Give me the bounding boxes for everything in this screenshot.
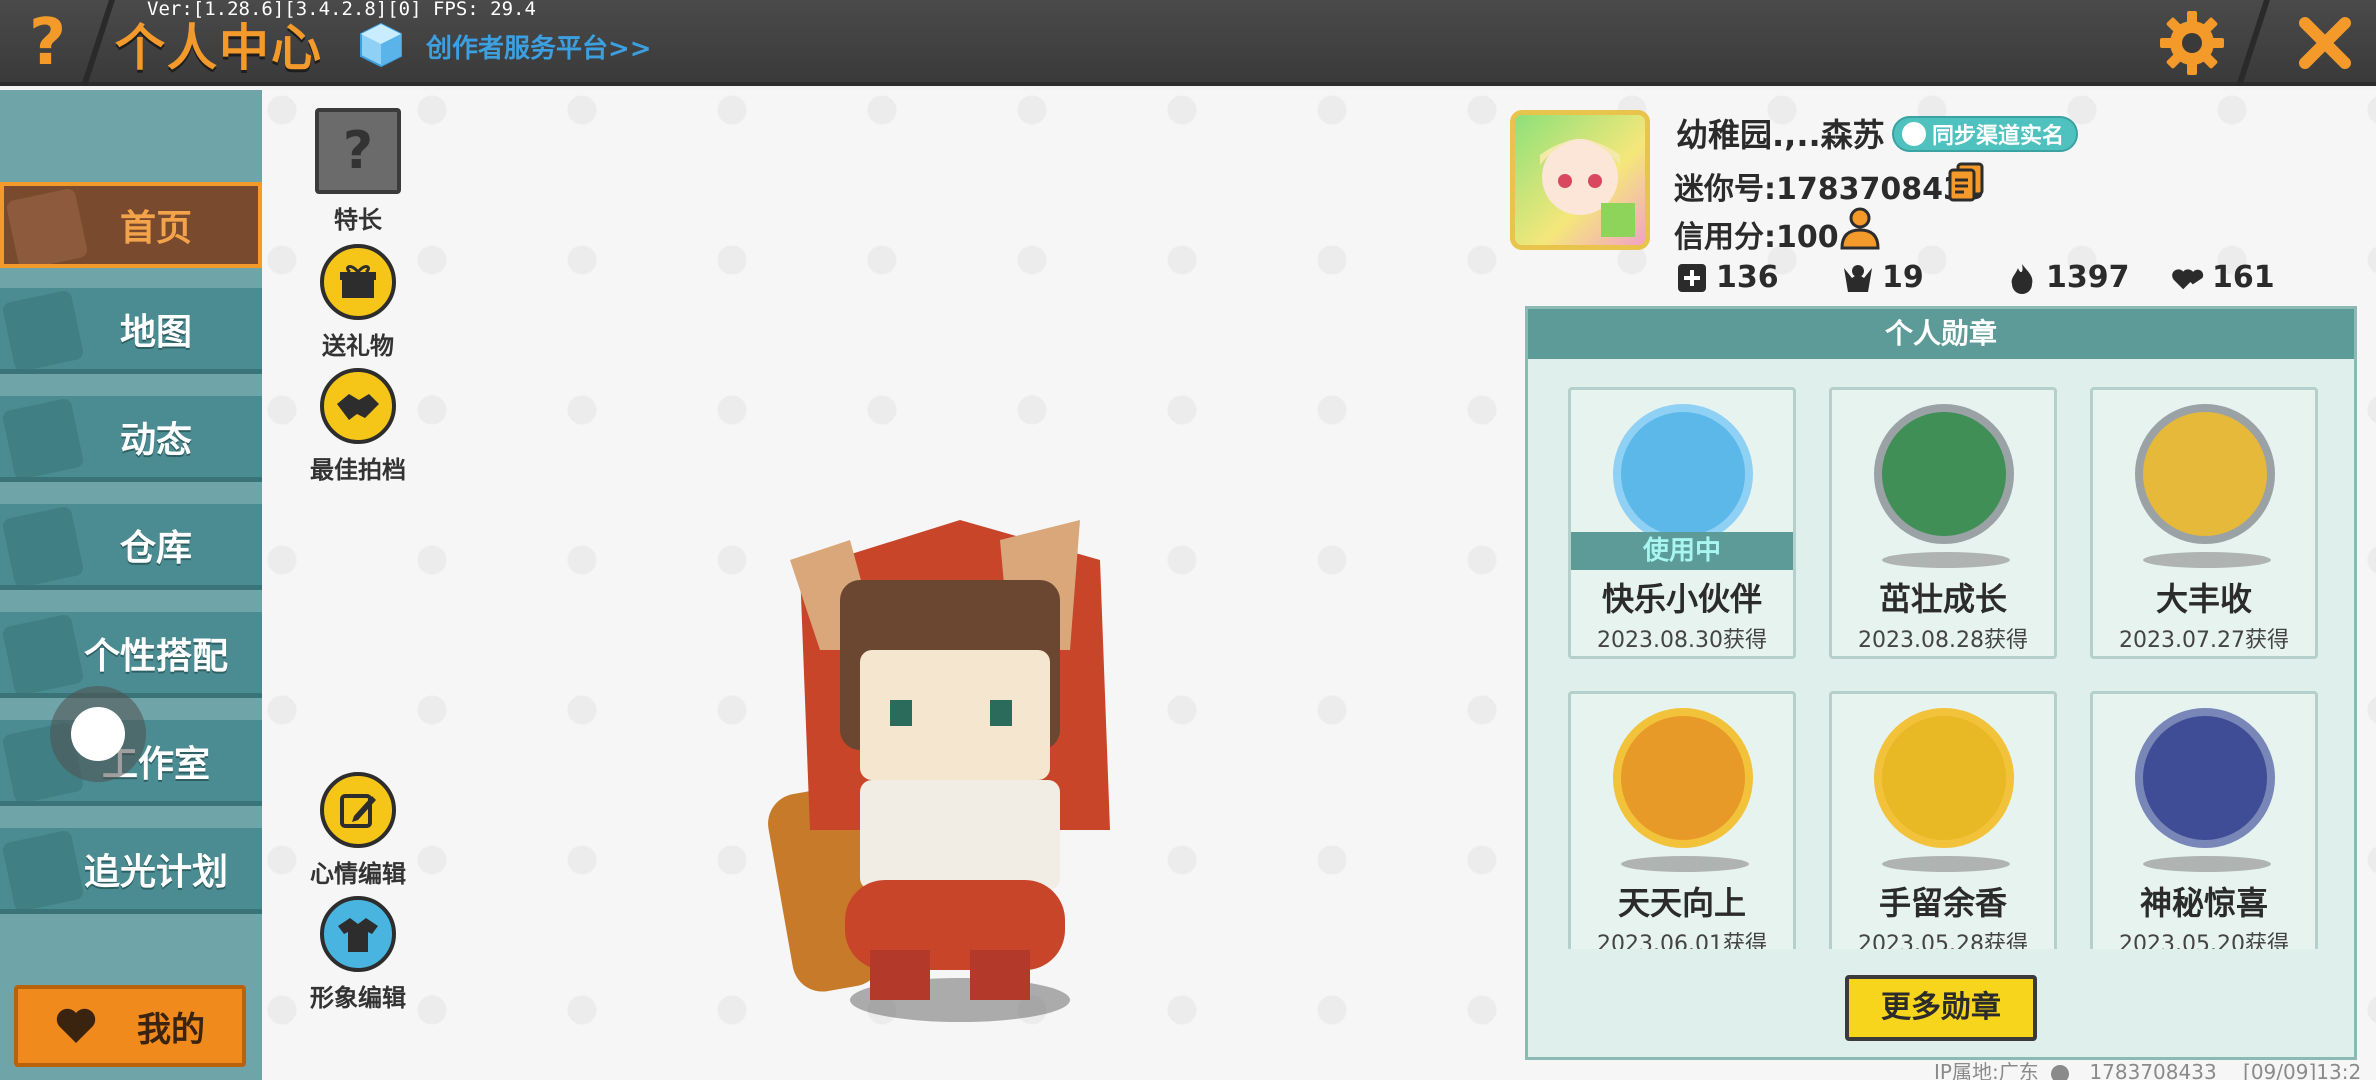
mine-label: 我的 <box>137 1009 205 1050</box>
sidebar-item-label: 追光计划 <box>83 851 228 893</box>
action-label: 心情编辑 <box>310 860 406 888</box>
medal-date: 2023.07.27获得 <box>2119 628 2289 653</box>
medal-date: 2023.05.20获得 <box>2119 932 2289 949</box>
action-label: 送礼物 <box>322 332 394 360</box>
clothing-icon <box>320 896 396 972</box>
action-label: 最佳拍档 <box>310 456 406 484</box>
medal-name: 神秘惊喜 <box>2139 884 2268 922</box>
best-partner-button[interactable]: 最佳拍档 <box>298 368 418 485</box>
help-button[interactable]: ? <box>0 0 95 86</box>
action-label: 形象编辑 <box>310 984 406 1012</box>
info-icon[interactable] <box>2051 1064 2070 1080</box>
realname-label: 同步渠道实名 <box>1932 124 2065 149</box>
sidebar-item-chase-light[interactable]: 追光计划 <box>0 828 262 914</box>
medal-badge-icon <box>2135 708 2275 848</box>
sidebar: 首页 地图 动态 仓库 个性搭配 工作室 追光计划 <box>0 90 262 1080</box>
hearts-icon <box>2172 268 2204 289</box>
fans-icon <box>1844 264 1872 292</box>
medal-name: 手留余香 <box>1878 884 2007 922</box>
sidebar-item-home[interactable]: 首页 <box>0 182 262 268</box>
medal-date: 2023.05.28获得 <box>1858 932 2028 949</box>
stat-value: 136 <box>1716 260 1779 295</box>
medal-name: 快乐小伙伴 <box>1601 580 1762 618</box>
sidebar-item-label: 个性搭配 <box>83 635 228 677</box>
credit-score: 信用分:100 <box>1674 220 1839 255</box>
medal-card[interactable]: 使用中 快乐小伙伴 2023.08.30获得 <box>1568 387 1796 659</box>
talent-button[interactable]: ? 特长 <box>298 108 418 235</box>
close-icon <box>2299 17 2351 69</box>
medal-panel: 个人勋章 使用中 快乐小伙伴 2023.08.30获得 茁壮成长 2023.08… <box>1525 306 2357 1060</box>
footer-uid: 1783708433 <box>2089 1060 2217 1080</box>
stat-popularity: 1397 <box>2006 260 2130 295</box>
edit-icon <box>320 772 396 848</box>
avatar-edit-button[interactable]: 形象编辑 <box>298 896 418 1013</box>
nickname: 幼稚园.,..森苏 <box>1676 116 1885 154</box>
medal-name: 天天向上 <box>1617 884 1746 922</box>
send-gift-button[interactable]: 送礼物 <box>298 244 418 361</box>
sidebar-item-label: 动态 <box>119 419 192 461</box>
gear-icon[interactable] <box>2158 9 2226 77</box>
more-medals-button[interactable]: 更多勋章 <box>1845 975 2037 1041</box>
add-friend-icon <box>1678 263 1706 292</box>
footer-time: [09/09]13:2 <box>2243 1060 2362 1080</box>
avatar[interactable] <box>1510 110 1650 250</box>
stat-friends: 136 <box>1676 260 1779 295</box>
medal-panel-title: 个人勋章 <box>1528 309 2354 359</box>
medal-badge-icon <box>1613 404 1753 544</box>
user-icon <box>1902 122 1926 146</box>
stat-value: 1397 <box>2046 260 2130 295</box>
sidebar-item-feed[interactable]: 动态 <box>0 396 262 482</box>
sidebar-item-label: 首页 <box>119 208 192 249</box>
sidebar-item-label: 地图 <box>119 311 192 353</box>
medal-date: 2023.08.28获得 <box>1858 628 2028 653</box>
medal-date: 2023.08.30获得 <box>1597 628 1767 653</box>
medal-card[interactable]: 茁壮成长 2023.08.28获得 <box>1829 387 2057 659</box>
cube-icon[interactable] <box>356 20 406 70</box>
realname-badge[interactable]: 同步渠道实名 <box>1892 116 2079 152</box>
divider <box>2236 0 2270 86</box>
sidebar-item-map[interactable]: 地图 <box>0 288 262 374</box>
page-title: 个人中心 <box>115 19 323 77</box>
top-bar: ? Ver:[1.28.6][3.4.2.8][0] FPS: 29.4 个人中… <box>0 0 2376 86</box>
floating-joystick[interactable] <box>50 686 146 782</box>
gift-icon <box>320 244 396 320</box>
medal-badge-icon <box>1613 708 1753 848</box>
sidebar-item-outfit[interactable]: 个性搭配 <box>0 612 262 698</box>
medal-card[interactable]: 神秘惊喜 2023.05.20获得 <box>2090 691 2318 949</box>
sidebar-item-warehouse[interactable]: 仓库 <box>0 504 262 590</box>
medal-badge-icon <box>1874 404 2014 544</box>
stat-value: 161 <box>2212 260 2275 295</box>
medal-card[interactable]: 天天向上 2023.06.01获得 <box>1568 691 1796 949</box>
handshake-icon <box>320 368 396 444</box>
ip-location: IP属地:广东 <box>1934 1060 2039 1080</box>
close-button[interactable] <box>2285 10 2365 76</box>
sidebar-item-label: 仓库 <box>119 527 192 569</box>
medal-name: 茁壮成长 <box>1878 580 2007 618</box>
mine-button[interactable]: 我的 <box>14 985 246 1067</box>
medal-name: 大丰收 <box>2155 580 2252 618</box>
player-character[interactable] <box>750 500 1130 1040</box>
medal-date: 2023.06.01获得 <box>1597 932 1767 949</box>
stat-followers: 19 <box>1842 260 1924 295</box>
medal-card[interactable]: 手留余香 2023.05.28获得 <box>1829 691 2057 949</box>
stat-value: 19 <box>1882 260 1924 295</box>
heart-icon <box>56 1008 96 1043</box>
creator-platform-link[interactable]: 创作者服务平台>> <box>426 28 652 65</box>
stat-likes: 161 <box>2172 260 2275 295</box>
medal-badge-icon <box>1874 708 2014 848</box>
question-mark-icon: ? <box>315 108 401 194</box>
person-icon[interactable] <box>1838 206 1882 250</box>
mini-id: 迷你号:1783708433 <box>1674 172 1985 207</box>
fire-icon <box>2011 263 2033 294</box>
in-use-label: 使用中 <box>1571 532 1793 570</box>
medal-card[interactable]: 大丰收 2023.07.27获得 <box>2090 387 2318 659</box>
mood-edit-button[interactable]: 心情编辑 <box>298 772 418 889</box>
footer-info: IP属地:广东 1783708433 [09/09]13:2 <box>1934 1056 2361 1080</box>
medal-grid: 使用中 快乐小伙伴 2023.08.30获得 茁壮成长 2023.08.28获得… <box>1528 359 2360 949</box>
copy-icon[interactable] <box>1948 162 1984 202</box>
action-label: 特长 <box>334 206 382 234</box>
medal-badge-icon <box>2135 404 2275 544</box>
